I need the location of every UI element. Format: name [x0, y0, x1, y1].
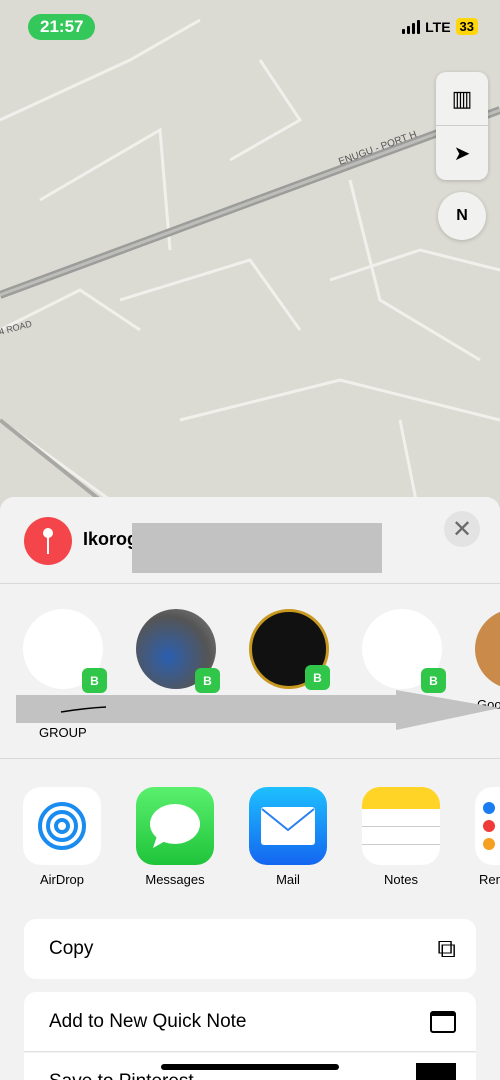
- mail-icon: [249, 787, 327, 865]
- app-label: Messages: [145, 872, 205, 887]
- battery-icon: 33: [455, 18, 478, 35]
- quick-note-icon: [430, 1010, 456, 1033]
- contact[interactable]: B: [136, 609, 220, 697]
- map-mode-button[interactable]: ▥: [436, 72, 488, 126]
- pinterest-icon: [416, 1063, 456, 1080]
- map[interactable]: ENUGU - PORT H 4 ROAD ▥ ➤ N: [0, 0, 500, 521]
- avatar: B: [23, 609, 107, 693]
- app-mail[interactable]: Mail: [249, 787, 327, 887]
- network-type: LTE: [425, 18, 451, 35]
- contact-group-label: GROUP: [39, 725, 87, 740]
- compass-button[interactable]: N: [438, 192, 486, 240]
- messages-icon: [136, 787, 214, 865]
- map-icon: ▥: [451, 85, 473, 111]
- signal-icon: [402, 19, 421, 34]
- share-title: Ikorog: [83, 529, 139, 549]
- avatar: B: [362, 609, 446, 693]
- contact[interactable]: B: [249, 609, 330, 697]
- avatar: B: [249, 609, 330, 690]
- app-airdrop[interactable]: AirDrop: [23, 787, 101, 887]
- notes-icon: [362, 787, 440, 865]
- action-label: Copy: [49, 938, 94, 959]
- airdrop-icon: [23, 787, 101, 865]
- avatar: B: [136, 609, 220, 693]
- apps-row: AirDrop Messages Mail Notes Rem: [0, 759, 500, 919]
- app-label: Notes: [384, 872, 418, 887]
- status-bar: 21:57 LTE 33: [0, 14, 500, 40]
- app-reminders[interactable]: Rem: [475, 787, 500, 887]
- location-pin-icon: [24, 517, 72, 565]
- action-label: Add to New Quick Note: [49, 1010, 247, 1032]
- app-label: Rem: [479, 872, 500, 887]
- compass-icon: N: [456, 207, 468, 224]
- action-copy[interactable]: Copy ⧉: [24, 919, 476, 979]
- app-label: Mail: [276, 872, 300, 887]
- reminders-icon: [475, 787, 500, 865]
- app-messages[interactable]: Messages: [136, 787, 214, 887]
- contact[interactable]: B: [23, 609, 107, 697]
- avatar: [475, 609, 500, 689]
- redaction-arrow: [16, 690, 500, 730]
- people-row: B B B B Goo GROUP: [0, 584, 500, 759]
- share-header: Ikorog ✕: [0, 497, 500, 584]
- road-label: 4 ROAD: [0, 318, 33, 336]
- close-icon: ✕: [451, 515, 473, 543]
- close-button[interactable]: ✕: [444, 511, 480, 547]
- redaction-box: [132, 523, 382, 573]
- map-roads: ENUGU - PORT H 4 ROAD: [0, 18, 500, 521]
- contact[interactable]: B: [362, 609, 446, 697]
- locate-button[interactable]: ➤: [436, 126, 488, 180]
- map-controls: ▥ ➤: [436, 72, 488, 180]
- home-indicator[interactable]: [161, 1064, 339, 1070]
- whatsapp-business-icon: B: [305, 665, 330, 690]
- app-notes[interactable]: Notes: [362, 787, 440, 887]
- action-label: Save to Pinterest: [49, 1071, 194, 1080]
- copy-icon: ⧉: [437, 933, 456, 963]
- action-quick-note[interactable]: Add to New Quick Note: [24, 992, 476, 1052]
- share-sheet: Ikorog ✕ B B B B Goo GROUP AirDrop Messa…: [0, 497, 500, 1080]
- location-arrow-icon: ➤: [453, 142, 471, 165]
- app-label: AirDrop: [39, 872, 85, 887]
- status-time: 21:57: [28, 14, 96, 40]
